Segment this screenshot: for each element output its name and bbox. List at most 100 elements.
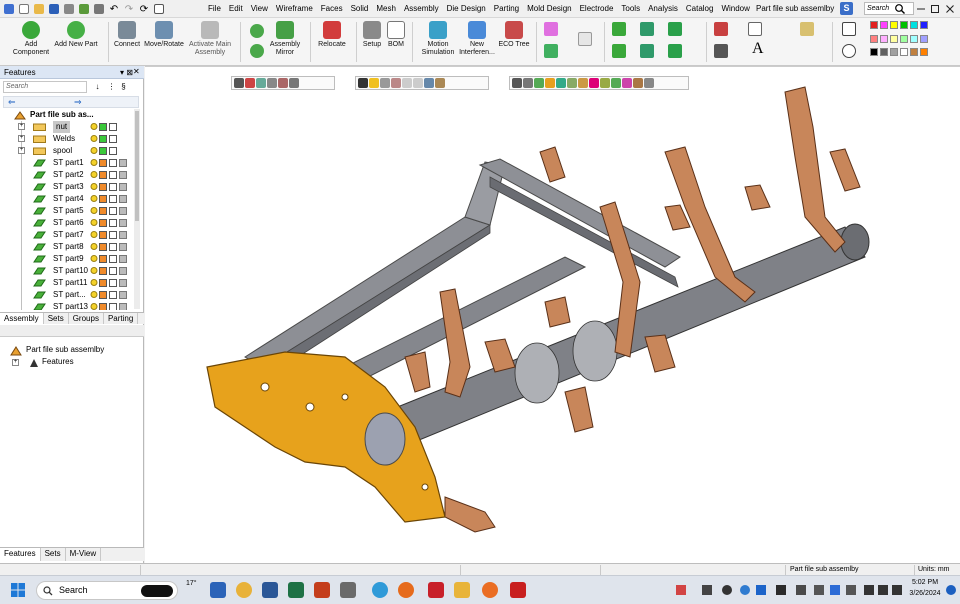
excel-icon[interactable] (288, 582, 304, 598)
print-icon[interactable] (62, 2, 76, 16)
part-sound-icon[interactable] (119, 171, 127, 179)
section-icon[interactable]: § (118, 81, 129, 93)
tray-window-icon[interactable] (702, 585, 712, 595)
visibility-bulb-icon[interactable] (90, 135, 98, 143)
volume-icon[interactable] (878, 585, 888, 595)
tray-display-icon[interactable] (776, 585, 786, 595)
tab-parting[interactable]: Parting (104, 313, 139, 324)
clock-time[interactable]: 5:02 PM (905, 579, 945, 586)
palette-swatch[interactable] (880, 21, 888, 29)
palette-swatch[interactable] (870, 21, 878, 29)
part-sound-icon[interactable] (119, 303, 127, 310)
weather-temperature[interactable]: 17° (186, 580, 197, 587)
palette-swatch[interactable] (920, 21, 928, 29)
menu-tools[interactable]: Tools (617, 0, 644, 18)
part-color-swatch[interactable] (99, 231, 107, 239)
solid-box-icon[interactable] (612, 22, 626, 36)
tree-item-row[interactable]: ST part8 (0, 241, 134, 253)
visibility-bulb-icon[interactable] (90, 207, 98, 215)
global-search-input[interactable]: Search (864, 2, 914, 15)
visibility-bulb-icon[interactable] (90, 183, 98, 191)
menu-edit[interactable]: Edit (225, 0, 247, 18)
undo-icon[interactable]: ↶ (107, 2, 121, 16)
tree-item-row[interactable]: ST part6 (0, 217, 134, 229)
visibility-bulb-icon[interactable] (90, 219, 98, 227)
tree-item-row[interactable]: ST part9 (0, 253, 134, 265)
solid-fillet-icon[interactable] (668, 44, 682, 58)
yellow-end-bracket[interactable] (206, 351, 446, 523)
close-icon[interactable] (944, 3, 956, 15)
palette-swatch[interactable] (920, 48, 928, 57)
palette-swatch[interactable] (910, 48, 918, 57)
nav-back-icon[interactable]: ⇐ (8, 97, 16, 108)
visibility-bulb-icon[interactable] (90, 255, 98, 263)
tree2-root-label[interactable]: Part file sub assemlby (26, 344, 104, 356)
part-options-icon[interactable] (109, 183, 117, 191)
add-component-button[interactable]: Add Component (6, 21, 56, 57)
solid-revolve-icon[interactable] (668, 22, 682, 36)
tray-onedrive-icon[interactable] (740, 585, 750, 595)
new-interference-button[interactable]: New Interferen... (456, 21, 498, 57)
assembly-model[interactable] (145, 67, 960, 564)
dimension-icon[interactable] (748, 22, 762, 36)
axis-icon[interactable] (544, 44, 558, 58)
tray-cloud-icon[interactable] (722, 585, 732, 595)
cut-scissors-icon[interactable] (714, 22, 728, 36)
palette-swatch[interactable] (920, 34, 928, 43)
refresh-icon[interactable]: ⟳ (137, 2, 151, 16)
visibility-bulb-icon[interactable] (90, 171, 98, 179)
part-color-swatch[interactable] (99, 135, 107, 143)
tree-item-row[interactable]: ST part5 (0, 205, 134, 217)
part-sound-icon[interactable] (119, 219, 127, 227)
tree-item-row[interactable]: ST part7 (0, 229, 134, 241)
plane-icon[interactable] (544, 22, 558, 36)
part-color-swatch[interactable] (99, 279, 107, 287)
palette-swatch[interactable] (880, 34, 888, 43)
menu-analysis[interactable]: Analysis (644, 0, 682, 18)
visibility-bulb-icon[interactable] (90, 195, 98, 203)
part-options-icon[interactable] (109, 255, 117, 263)
display-icon[interactable] (77, 2, 91, 16)
app-menu-icon[interactable] (2, 2, 16, 16)
add-new-part-button[interactable]: Add New Part (52, 21, 100, 49)
palette-swatch[interactable] (900, 34, 908, 43)
part-color-swatch[interactable] (99, 291, 107, 299)
acrobat-icon[interactable] (510, 582, 526, 598)
palette-swatch[interactable] (890, 48, 898, 57)
tab-assembly[interactable]: Assembly (0, 313, 44, 324)
feature-search-input[interactable]: Search (3, 81, 87, 93)
open-folder-icon[interactable] (32, 2, 46, 16)
file-explorer-icon[interactable] (454, 582, 470, 598)
menu-mesh[interactable]: Mesh (372, 0, 400, 18)
menu-window[interactable]: Window (717, 0, 753, 18)
palette-swatch[interactable] (910, 21, 918, 29)
tab-m-view[interactable]: M-View (66, 548, 102, 561)
visibility-bulb-icon[interactable] (90, 123, 98, 131)
options-icon[interactable]: ⋮ (106, 81, 117, 93)
tree-item-row[interactable]: + nut (0, 121, 134, 133)
clock-date[interactable]: 3/26/2024 (905, 590, 945, 597)
menu-parting[interactable]: Parting (490, 0, 523, 18)
part-options-icon[interactable] (109, 195, 117, 203)
palette-swatch[interactable] (890, 34, 898, 43)
visibility-bulb-icon[interactable] (90, 303, 98, 310)
battery-icon[interactable] (892, 585, 902, 595)
3d-viewport[interactable] (145, 66, 960, 563)
part-options-icon[interactable] (109, 147, 117, 155)
part-options-icon[interactable] (109, 171, 117, 179)
part-color-swatch[interactable] (99, 123, 107, 131)
visibility-bulb-icon[interactable] (90, 147, 98, 155)
tree-item-row[interactable]: ST part11 (0, 277, 134, 289)
edge-icon[interactable] (372, 582, 388, 598)
filter-down-icon[interactable]: ↓ (92, 81, 103, 93)
word-icon[interactable] (262, 582, 278, 598)
part-color-swatch[interactable] (99, 195, 107, 203)
split-icon[interactable] (714, 44, 728, 58)
notification-icon[interactable] (946, 585, 956, 595)
bom-button[interactable]: BOM (384, 21, 408, 49)
coordinate-system-icon[interactable] (578, 32, 592, 46)
palette-swatch[interactable] (870, 34, 878, 43)
part-color-swatch[interactable] (99, 183, 107, 191)
palette-swatch[interactable] (900, 21, 908, 29)
wifi-icon[interactable] (864, 585, 874, 595)
